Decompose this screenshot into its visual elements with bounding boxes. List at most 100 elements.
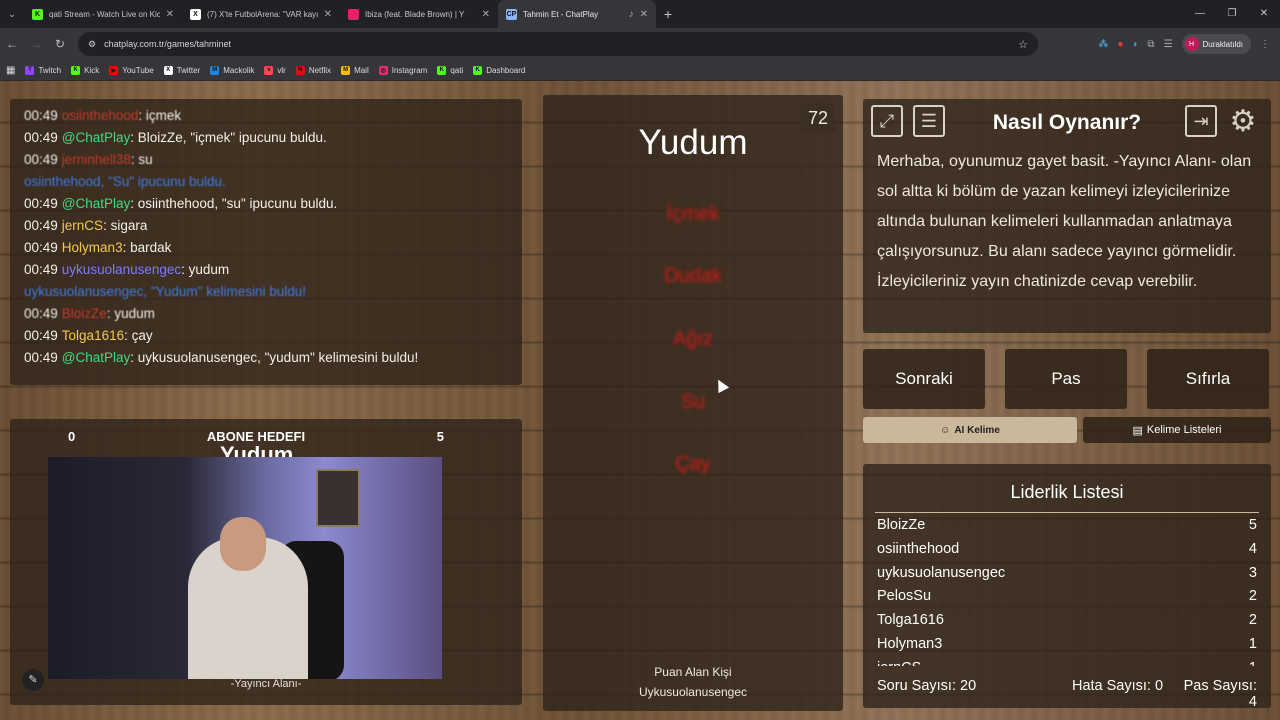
ai-word-button[interactable]: ☺ AI Kelime [863,417,1077,443]
bookmark-label: Mackolik [223,65,255,75]
bookmark-item[interactable]: N Netflix [295,65,331,75]
chat-username: uykusuolanusengec, "Yudum" kelimesini bu… [24,284,307,299]
chat-text: içmek [145,108,182,123]
chat-username: osiinthehood, "Su" ipucunu buldu. [24,174,226,189]
bookmark-item[interactable]: T Twitch [25,65,61,75]
leaderboard-row: Holyman3 1 [877,633,1257,657]
browser-tab[interactable]: X (7) X'te FutbolArena: "VAR kayıt ✕ [182,0,340,28]
bookmark-item[interactable]: X Twitter [163,65,200,75]
bookmark-item[interactable]: K Kick [71,65,99,75]
browser-tab[interactable]: Kqati Stream - Watch Live on Kick ✕ [24,0,182,28]
browser-tab[interactable]: CP Tahmin Et - ChatPlay ♪ ✕ [498,0,656,28]
chat-timestamp: 00:49 [24,196,58,211]
tab-close-icon[interactable]: ✕ [482,9,490,20]
bookmark-favicon-icon: M [341,65,351,75]
leaderboard-row: osiinthehood 4 [877,538,1257,562]
tab-search-chevron-icon[interactable]: ⌄ [0,9,24,20]
browser-menu-icon[interactable]: ⋮ [1260,39,1270,50]
leaderboard-row: uykusuolanusengec 3 [877,562,1257,586]
minimize-icon[interactable]: — [1184,0,1216,28]
bookmark-item[interactable]: K Dashboard [473,65,525,75]
stats-footer: Soru Sayısı: 20 Hata Sayısı: 0 Pas Sayıs… [877,678,1257,710]
bookmark-favicon-icon: v [264,65,274,75]
settings-gear-icon[interactable]: ⚙ [1227,105,1259,138]
extension-record-icon[interactable]: ● [1117,39,1123,50]
leaderboard-title: Liderlik Listesi [1010,482,1124,502]
leaderboard-row: jernCS 1 [877,657,1257,666]
tab-close-icon[interactable]: ✕ [166,9,174,20]
taboo-word: Dudak [664,265,722,287]
chat-text: su [138,152,153,167]
apps-grid-icon[interactable]: ▦ [6,65,15,76]
tab-strip: ⌄ Kqati Stream - Watch Live on Kick ✕ X (7)… [0,0,1280,28]
bookmark-favicon-icon: T [25,65,35,75]
chat-timestamp: 00:49 [24,152,58,167]
tab-favicon-icon [348,8,359,20]
bookmark-item[interactable]: Kqati [437,65,463,75]
close-window-icon[interactable]: ✕ [1248,0,1280,28]
forward-arrow-icon[interactable]: → [24,37,48,51]
streamer-area-caption: -Yayıncı Alanı- [230,678,302,690]
word-lists-label: Kelime Listeleri [1146,424,1222,436]
extensions-area: ⁂ ● ◗ ⧉ ☰ H Duraklatıldı ⋮ [1098,28,1270,60]
extension-translate-icon[interactable]: ⁂ [1098,39,1108,50]
chat-separator: : [181,262,189,277]
target-word: Yudum [638,123,748,162]
reload-icon[interactable]: ↻ [48,37,72,51]
bookmark-item[interactable]: v vlr [264,65,286,75]
restore-icon[interactable]: ❐ [1216,0,1248,28]
goal-title: ABONE HEDEFI [206,428,306,444]
browser-tab[interactable]: Ibiza (feat. Blade Brown) | Y ✕ [340,0,498,28]
word-lists-button[interactable]: ▤ Kelime Listeleri [1083,417,1271,443]
chat-separator: : [130,350,138,365]
reading-list-icon[interactable]: ☰ [1164,39,1173,50]
taboo-word: Ağız [672,328,714,350]
error-count: Hata Sayısı: 0 [1071,678,1164,694]
extension-audio-icon[interactable]: ◗ [1132,39,1138,50]
chat-separator: : [122,240,131,255]
chat-username: uykusuolanusengec [61,262,182,277]
streamer-area: 0 ABONE HEDEFI 5 Yudum ✎ -Yayıncı Alanı- [10,419,522,705]
player-name: PelosSu [877,588,932,605]
url-bar[interactable]: ⚙ chatplay.com.tr/games/tahminet ☆ [78,32,1038,56]
tab-close-icon[interactable]: ✕ [640,9,648,20]
bookmark-star-icon[interactable]: ☆ [1018,38,1028,51]
chat-text: çay [131,328,153,343]
chat-message: 00:49 @ChatPlay: osiinthehood, "su" ipucu… [24,193,508,215]
profile-button[interactable]: H Duraklatıldı [1181,34,1251,54]
extensions-puzzle-icon[interactable]: ⧉ [1147,39,1154,50]
reset-button[interactable]: Sıfırla [1147,349,1269,409]
bookmark-item[interactable]: M Mackolik [210,65,255,75]
chat-message: osiinthehood, "Su" ipucunu buldu. [24,171,508,193]
chat-message: 00:49 @ChatPlay: uykusuolanusengec, "yudu… [24,347,508,369]
chat-username: @ChatPlay [61,130,131,145]
next-button[interactable]: Sonraki [863,349,985,409]
tab-close-icon[interactable]: ✕ [324,9,332,20]
new-tab-button[interactable]: + [656,6,680,22]
chat-username: @ChatPlay [61,350,131,365]
chat-timestamp: 00:49 [24,218,58,233]
bookmark-favicon-icon: ◎ [378,65,388,75]
chat-message: 00:49 Tolga1616: çay [24,325,508,347]
logout-icon[interactable]: ⇥ [1185,105,1217,137]
tab-audio-icon[interactable]: ♪ [629,9,634,20]
pass-button[interactable]: Pas [1005,349,1127,409]
back-arrow-icon[interactable]: ← [0,37,24,51]
clipboard-icon: ▤ [1132,424,1143,437]
address-bar-row: ← → ↻ ⚙ chatplay.com.tr/games/tahminet ☆… [0,28,1280,60]
bookmark-item[interactable]: ◎ Instagram [378,65,427,75]
url-text: chatplay.com.tr/games/tahminet [104,39,231,49]
question-count: Soru Sayısı: 20 [877,678,977,694]
chat-message: 00:49 BloizZe: yudum [24,303,508,325]
tab-favicon-icon: K [32,8,43,20]
word-card: 72 Yudum İçmek Dudak Ağız Su Çay Puan Al… [543,95,843,711]
tab-title: qati Stream - Watch Live on Kick [49,9,160,19]
ai-word-label: AI Kelime [954,424,1000,436]
bookmark-item[interactable]: M Mail [341,65,369,75]
bookmark-item[interactable]: ▶ YouTube [109,65,154,75]
chat-username: @ChatPlay [61,196,131,211]
site-info-icon[interactable]: ⚙ [88,39,96,50]
tab-favicon-icon: CP [506,8,517,20]
player-name: Holyman3 [877,635,943,652]
chat-username: Tolga1616 [61,328,125,343]
